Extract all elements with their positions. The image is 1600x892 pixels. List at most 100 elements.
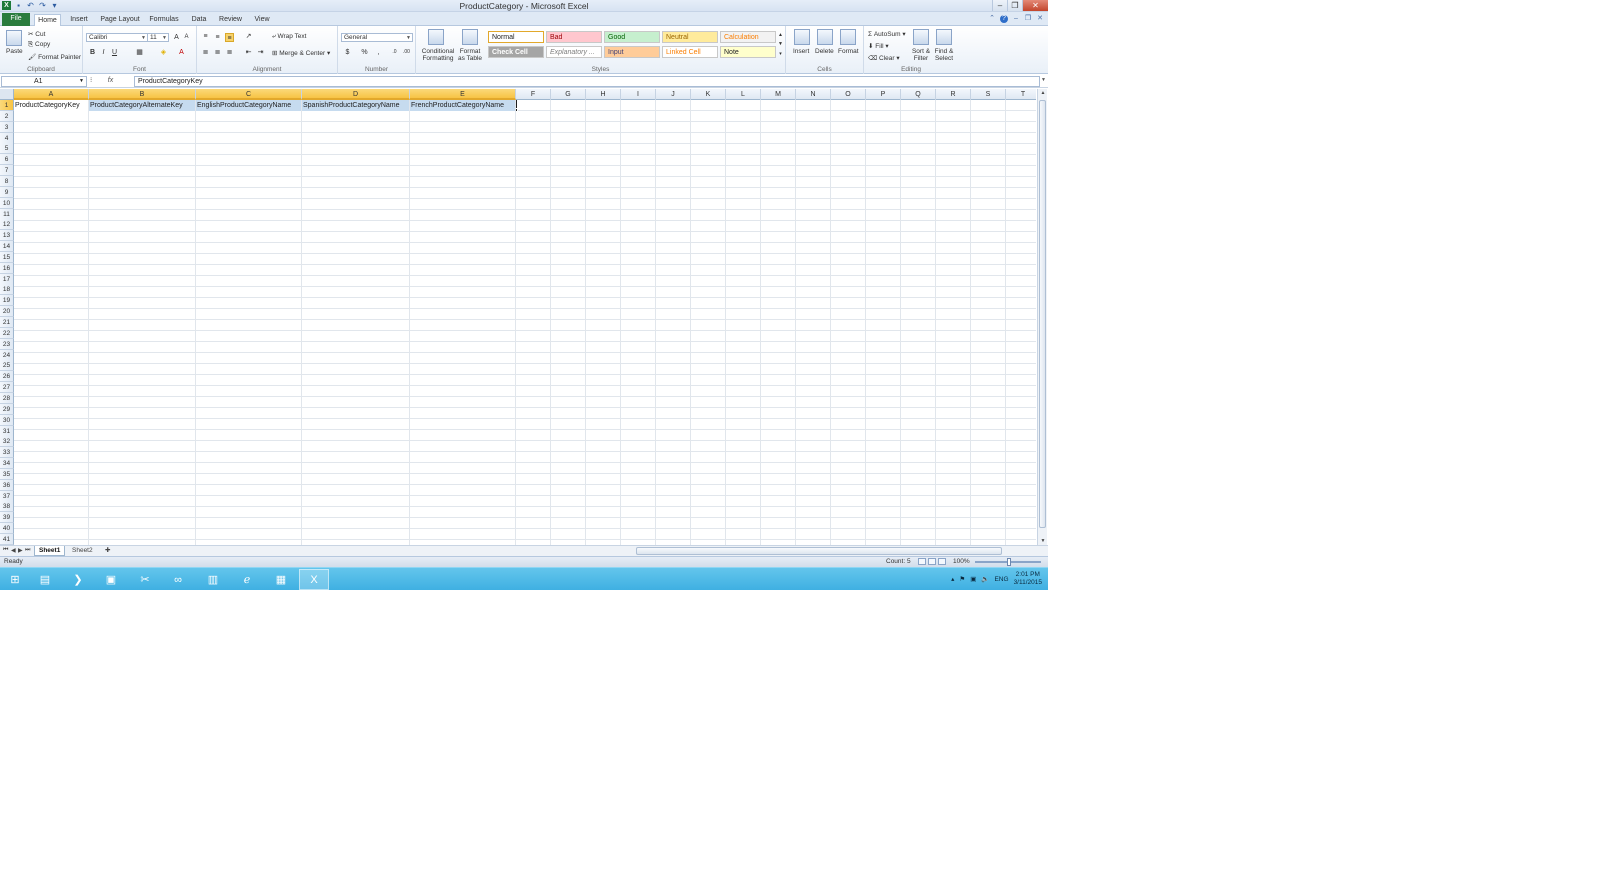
italic-icon[interactable]: I: [99, 48, 108, 57]
clock[interactable]: 2:01 PM 3/11/2015: [1014, 571, 1042, 587]
row-header[interactable]: 40: [0, 523, 14, 535]
cell-style-calculation[interactable]: Calculation: [720, 31, 776, 43]
cell-style-good[interactable]: Good: [604, 31, 660, 43]
scroll-down-icon[interactable]: ▼: [1038, 537, 1048, 545]
shrink-font-icon[interactable]: A: [182, 33, 191, 42]
row-header[interactable]: 33: [0, 447, 14, 459]
row-header[interactable]: 18: [0, 284, 14, 296]
row-header[interactable]: 25: [0, 360, 14, 372]
percent-icon[interactable]: %: [360, 48, 369, 57]
bold-icon[interactable]: B: [88, 48, 97, 57]
scroll-up-icon[interactable]: ▲: [1038, 89, 1048, 97]
row-header[interactable]: 41: [0, 534, 14, 545]
column-header[interactable]: I: [621, 89, 656, 100]
last-sheet-icon[interactable]: ⏭: [25, 547, 30, 554]
orientation-icon[interactable]: ↗: [244, 32, 253, 41]
row-header[interactable]: 15: [0, 251, 14, 263]
row-header[interactable]: 19: [0, 295, 14, 307]
comma-icon[interactable]: ,: [374, 48, 383, 57]
excel-taskbar-icon[interactable]: X: [299, 569, 329, 590]
column-header[interactable]: D: [302, 89, 410, 100]
cut-button[interactable]: ✂ Cut: [28, 30, 45, 38]
column-header[interactable]: B: [89, 89, 196, 100]
column-header[interactable]: H: [586, 89, 621, 100]
column-header[interactable]: P: [866, 89, 901, 100]
tab-view[interactable]: View: [250, 14, 274, 26]
formula-input[interactable]: ProductCategoryKey: [134, 76, 1040, 87]
paste-icon[interactable]: [6, 30, 22, 46]
server-manager-icon[interactable]: ▤: [30, 569, 60, 590]
fill-button[interactable]: ⬇ Fill ▾: [868, 42, 889, 50]
align-center-icon[interactable]: ≣: [213, 48, 222, 57]
tools-icon[interactable]: ✂: [130, 569, 160, 590]
wrap-text-button[interactable]: ⤶ Wrap Text: [272, 33, 306, 41]
row-header[interactable]: 14: [0, 241, 14, 253]
row-header[interactable]: 1: [0, 100, 14, 111]
column-header[interactable]: C: [196, 89, 302, 100]
row-header[interactable]: 17: [0, 273, 14, 285]
borders-icon[interactable]: ▦: [135, 48, 144, 57]
conditional-formatting-icon[interactable]: [428, 29, 444, 45]
row-header[interactable]: 36: [0, 479, 14, 491]
next-sheet-icon[interactable]: ▶: [18, 547, 23, 554]
column-header[interactable]: O: [831, 89, 866, 100]
format-as-table-button[interactable]: Format as Table: [456, 48, 484, 62]
currency-icon[interactable]: $: [343, 48, 352, 57]
column-header[interactable]: R: [936, 89, 971, 100]
tab-data[interactable]: Data: [187, 14, 211, 26]
cell-style-check-cell[interactable]: Check Cell: [488, 46, 544, 58]
row-header[interactable]: 39: [0, 512, 14, 524]
fill-color-icon[interactable]: ◈: [159, 48, 168, 57]
cell[interactable]: ProductCategoryKey: [14, 100, 89, 111]
autosum-button[interactable]: Σ AutoSum ▾: [868, 30, 906, 38]
action-center-icon[interactable]: ⚑: [959, 575, 965, 583]
format-button[interactable]: Format: [838, 48, 859, 55]
vertical-scrollbar[interactable]: ▲ ▼: [1037, 89, 1047, 545]
volume-icon[interactable]: 🔈: [981, 575, 989, 583]
row-header[interactable]: 7: [0, 165, 14, 177]
file-explorer-icon[interactable]: ▣: [96, 569, 126, 590]
row-header[interactable]: 27: [0, 382, 14, 394]
copy-button[interactable]: ⎘ Copy: [28, 41, 50, 49]
expand-formula-icon[interactable]: ▼: [1041, 77, 1047, 85]
column-header[interactable]: F: [516, 89, 551, 100]
name-box[interactable]: A1 ▼: [1, 76, 87, 87]
row-header[interactable]: 13: [0, 230, 14, 242]
workbook-minimize-icon[interactable]: –: [1012, 15, 1020, 23]
delete-button[interactable]: Delete: [815, 48, 834, 55]
increase-indent-icon[interactable]: ⇥: [256, 48, 265, 57]
prev-sheet-icon[interactable]: ◀: [11, 547, 16, 554]
vertical-scroll-thumb[interactable]: [1039, 100, 1046, 528]
cell-style-explanatory[interactable]: Explanatory ...: [546, 46, 602, 58]
powershell-icon[interactable]: ❯: [63, 569, 93, 590]
number-format-select[interactable]: General ▼: [341, 33, 413, 42]
tab-page-layout[interactable]: Page Layout: [98, 14, 142, 26]
zoom-level[interactable]: 100%: [953, 557, 970, 567]
find-select-icon[interactable]: [936, 29, 952, 45]
align-top-icon[interactable]: ≡: [201, 32, 210, 41]
first-sheet-icon[interactable]: ⏮: [3, 547, 8, 554]
insert-cells-icon[interactable]: [794, 29, 810, 45]
network-icon[interactable]: ▣: [970, 575, 976, 583]
insert-sheet-icon[interactable]: ✚: [101, 546, 114, 556]
font-size-select[interactable]: 11 ▼: [147, 33, 169, 42]
column-header[interactable]: M: [761, 89, 796, 100]
row-header[interactable]: 4: [0, 132, 14, 144]
column-header[interactable]: J: [656, 89, 691, 100]
cell[interactable]: SpanishProductCategoryName: [302, 100, 410, 111]
horizontal-scroll-thumb[interactable]: [636, 547, 1002, 555]
format-painter-button[interactable]: 🖌 Format Painter: [28, 53, 81, 61]
row-header[interactable]: 21: [0, 317, 14, 328]
document-icon[interactable]: ▥: [198, 569, 228, 590]
paste-button[interactable]: Paste: [6, 48, 23, 55]
align-middle-icon[interactable]: ≡: [213, 33, 222, 42]
column-header[interactable]: Q: [901, 89, 936, 100]
row-header[interactable]: 34: [0, 458, 14, 470]
column-header[interactable]: E: [410, 89, 516, 100]
column-header[interactable]: S: [971, 89, 1006, 100]
column-header[interactable]: T: [1006, 89, 1041, 100]
close-button[interactable]: ✕: [1022, 0, 1048, 11]
column-header[interactable]: N: [796, 89, 831, 100]
decrease-decimal-icon[interactable]: .00: [402, 48, 411, 57]
cell-style-linked-cell[interactable]: Linked Cell: [662, 46, 718, 58]
